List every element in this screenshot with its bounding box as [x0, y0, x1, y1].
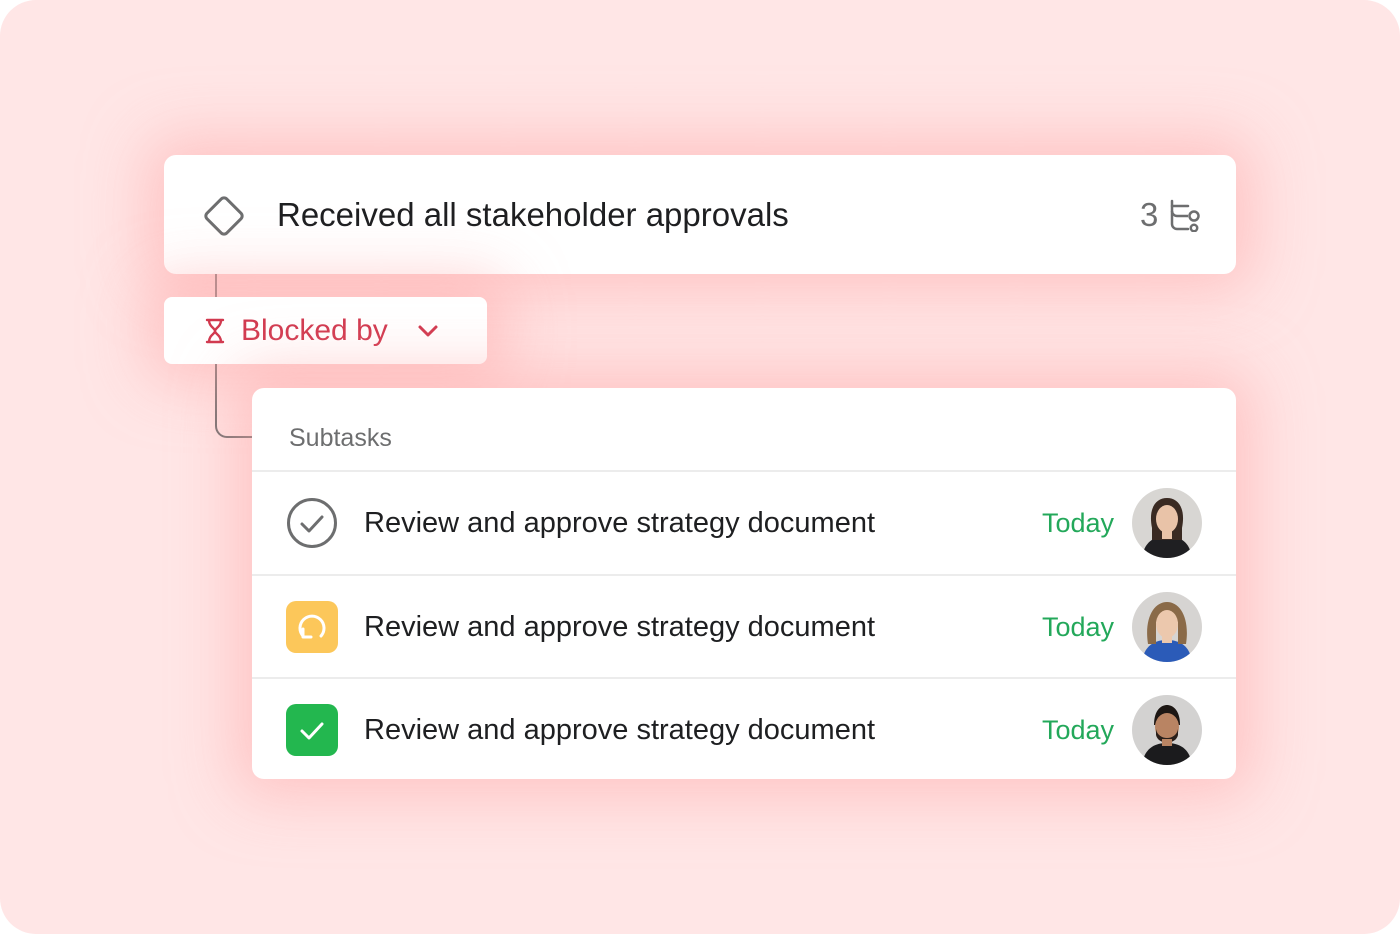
subtasks-header: Subtasks	[289, 424, 392, 452]
subtasks-icon[interactable]	[1166, 198, 1204, 232]
diamond-milestone-icon[interactable]	[196, 188, 252, 244]
refresh-icon[interactable]	[286, 601, 338, 653]
subtask-row[interactable]: Review and approve strategy document Tod…	[252, 472, 1236, 574]
due-date[interactable]: Today	[1042, 608, 1114, 646]
canvas: Received all stakeholder approvals 3 Blo…	[0, 0, 1400, 934]
subtask-row[interactable]: Review and approve strategy document Tod…	[252, 679, 1236, 781]
connector-line-bottom	[215, 364, 255, 438]
avatar[interactable]	[1132, 488, 1202, 558]
due-date[interactable]: Today	[1042, 504, 1114, 542]
chevron-down-icon[interactable]	[416, 320, 440, 342]
subtask-row[interactable]: Review and approve strategy document Tod…	[252, 576, 1236, 678]
hourglass-icon	[205, 318, 225, 344]
connector-line-top	[215, 274, 217, 298]
check-icon[interactable]	[286, 704, 338, 756]
blocked-by-label[interactable]: Blocked by	[241, 313, 388, 349]
due-date[interactable]: Today	[1042, 711, 1114, 749]
subtask-count: 3	[1140, 196, 1159, 233]
subtask-name[interactable]: Review and approve strategy document	[364, 504, 875, 542]
milestone-title[interactable]: Received all stakeholder approvals	[277, 193, 789, 237]
avatar[interactable]	[1132, 695, 1202, 765]
avatar[interactable]	[1132, 592, 1202, 662]
check-circle-outline-icon[interactable]	[286, 497, 338, 549]
subtask-name[interactable]: Review and approve strategy document	[364, 608, 875, 646]
subtask-name[interactable]: Review and approve strategy document	[364, 711, 875, 749]
